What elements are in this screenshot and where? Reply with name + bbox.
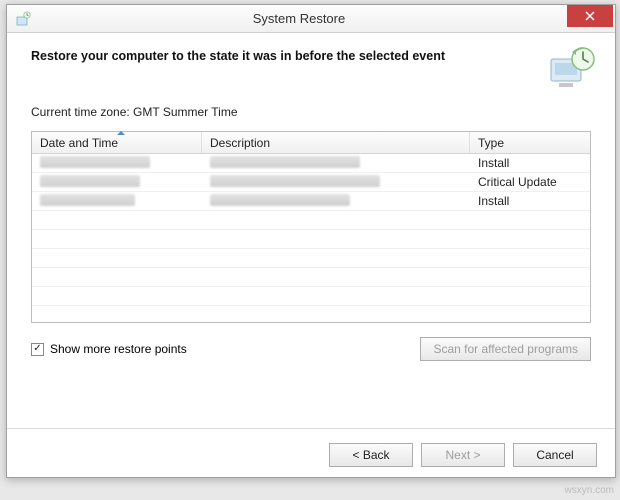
sort-indicator-icon xyxy=(117,131,125,135)
cell-date-time xyxy=(32,156,202,171)
table-row[interactable] xyxy=(32,268,590,287)
cell-description xyxy=(202,175,470,190)
close-icon xyxy=(585,11,595,21)
cell-description xyxy=(202,194,470,209)
next-button[interactable]: Next > xyxy=(421,443,505,467)
table-footer-row: ✓ Show more restore points Scan for affe… xyxy=(31,337,591,361)
restore-points-table[interactable]: Date and Time Description Type Install C… xyxy=(31,131,591,323)
checkbox-icon: ✓ xyxy=(31,343,44,356)
back-button[interactable]: < Back xyxy=(329,443,413,467)
cell-type: Install xyxy=(470,194,590,208)
table-row[interactable] xyxy=(32,211,590,230)
divider xyxy=(7,428,615,429)
wizard-buttons: < Back Next > Cancel xyxy=(329,443,597,467)
timezone-label: Current time zone: GMT Summer Time xyxy=(31,105,591,119)
table-row[interactable]: Critical Update xyxy=(32,173,590,192)
system-restore-icon xyxy=(15,11,31,27)
cell-type: Critical Update xyxy=(470,175,590,189)
page-headline: Restore your computer to the state it wa… xyxy=(31,49,461,63)
column-header-description[interactable]: Description xyxy=(202,132,470,153)
system-restore-window: System Restore Restore your computer to … xyxy=(6,4,616,478)
system-restore-hero-icon xyxy=(545,43,597,95)
column-header-type[interactable]: Type xyxy=(470,132,590,153)
cancel-button[interactable]: Cancel xyxy=(513,443,597,467)
table-row[interactable] xyxy=(32,249,590,268)
table-body: Install Critical Update Install xyxy=(32,154,590,306)
close-button[interactable] xyxy=(567,5,613,27)
column-header-date-time[interactable]: Date and Time xyxy=(32,132,202,153)
show-more-restore-points-checkbox[interactable]: ✓ Show more restore points xyxy=(31,342,187,356)
window-title: System Restore xyxy=(31,11,567,26)
cell-description xyxy=(202,156,470,171)
cell-type: Install xyxy=(470,156,590,170)
scan-affected-programs-button[interactable]: Scan for affected programs xyxy=(420,337,591,361)
show-more-label: Show more restore points xyxy=(50,342,187,356)
cell-date-time xyxy=(32,175,202,190)
titlebar: System Restore xyxy=(7,5,615,33)
cell-date-time xyxy=(32,194,202,209)
table-row[interactable]: Install xyxy=(32,154,590,173)
table-row[interactable]: Install xyxy=(32,192,590,211)
table-header: Date and Time Description Type xyxy=(32,132,590,154)
column-header-date-time-label: Date and Time xyxy=(40,136,118,150)
table-row[interactable] xyxy=(32,287,590,306)
table-row[interactable] xyxy=(32,230,590,249)
content-area: Restore your computer to the state it wa… xyxy=(7,33,615,371)
watermark: wsxyn.com xyxy=(565,485,614,496)
